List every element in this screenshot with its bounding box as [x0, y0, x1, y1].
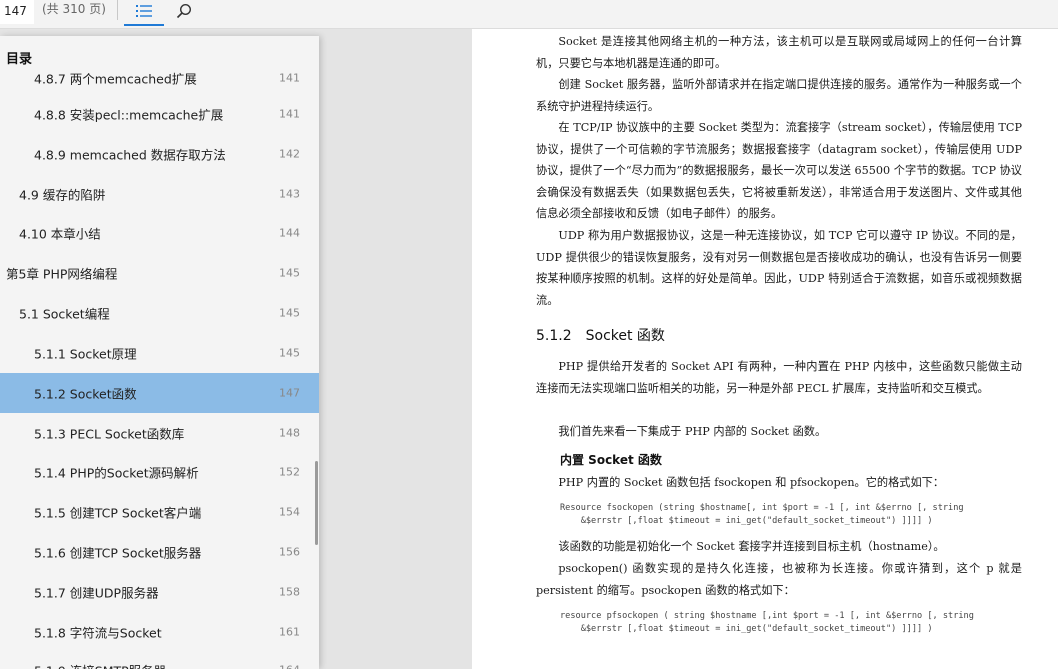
toc-item-label: 4.8.7 两个memcached扩展 [34, 71, 197, 87]
section-heading: 5.1.2 Socket 函数 [536, 328, 665, 344]
paragraph: UDP 称为用户数据报协议，这是一种无连接协议，如 TCP 它可以遵守 IP 协… [536, 229, 1022, 307]
paragraph: psockopen() 函数实现的是持久化连接，也被称为长连接。你或许猜到，这个… [536, 562, 1022, 597]
toc-item-label: 第5章 PHP网络编程 [6, 266, 118, 282]
toolbar: 147 (共 310 页) [0, 0, 1058, 29]
list-icon [136, 3, 152, 22]
code-block: resource pfsockopen ( string $hostname [… [560, 611, 974, 634]
toc-item[interactable]: 5.1.8 字符流与Socket 161 [0, 612, 319, 652]
toc-item[interactable]: 5.1.6 创建TCP Socket服务器 156 [0, 532, 319, 572]
page-number-input[interactable]: 147 [0, 0, 34, 24]
toc-item-label: 5.1.2 Socket函数 [34, 386, 137, 402]
toc-item[interactable]: 4.9 缓存的陷阱 143 [0, 174, 319, 214]
toc-item-label: 5.1.1 Socket原理 [34, 346, 137, 362]
toc-item-page: 154 [279, 505, 300, 519]
toc-item[interactable]: 5.1.5 创建TCP Socket客户端 154 [0, 492, 319, 532]
toc-item-label: 4.9 缓存的陷阱 [19, 187, 106, 203]
toc-item-page: 143 [279, 187, 300, 201]
toc-item-label: 4.8.8 安装pecl::memcache扩展 [34, 107, 224, 123]
toc-button[interactable] [124, 0, 164, 26]
subsection-heading: 内置 Socket 函数 [560, 453, 662, 467]
paragraph: 创建 Socket 服务器，监听外部请求并在指定端口提供连接的服务。通常作为一种… [536, 78, 1022, 113]
toc-item-page: 148 [279, 426, 300, 440]
toc-item-label: 5.1.5 创建TCP Socket客户端 [34, 505, 202, 521]
toc-item-page: 147 [279, 386, 300, 400]
code-block: Resource fsockopen (string $hostname[, i… [560, 503, 964, 526]
toc-item[interactable]: 第5章 PHP网络编程 145 [0, 253, 319, 293]
paragraph: 我们首先来看一下集成于 PHP 内部的 Socket 函数。 [558, 425, 827, 438]
toc-item-page: 141 [279, 71, 300, 85]
toc-item[interactable]: 5.1 Socket编程 145 [0, 293, 319, 333]
page-total: (共 310 页) [42, 2, 106, 16]
paragraph: Socket 是连接其他网络主机的一种方法，该主机可以是互联网或局域网上的任何一… [536, 35, 1022, 70]
paragraph: PHP 内置的 Socket 函数包括 fsockopen 和 pfsockop… [558, 476, 945, 489]
toc-item-page: 158 [279, 585, 300, 599]
toc-item-label: 5.1.3 PECL Socket函数库 [34, 426, 185, 442]
toc-scrollbar[interactable] [315, 461, 318, 545]
toc-item-page: 164 [279, 664, 300, 669]
toc-item-label: 5.1.4 PHP的Socket源码解析 [34, 465, 199, 481]
toc-item[interactable]: 4.10 本章小结 144 [0, 213, 319, 253]
toc-item-page: 161 [279, 625, 300, 639]
search-icon [176, 3, 192, 23]
toc-item[interactable]: 4.8.8 安装pecl::memcache扩展 141 [0, 94, 319, 134]
toc-item[interactable]: 5.1.4 PHP的Socket源码解析 152 [0, 452, 319, 492]
toc-item-page: 152 [279, 465, 300, 479]
toc-item-label: 5.1 Socket编程 [19, 306, 110, 322]
pdf-page: Socket 是连接其他网络主机的一种方法，该主机可以是互联网或局域网上的任何一… [472, 29, 1058, 669]
paragraph: 该函数的功能是初始化一个 Socket 套接字并连接到目标主机（hostname… [558, 540, 945, 553]
toc-item-page: 145 [279, 266, 300, 280]
toc-item-label: 4.8.9 memcached 数据存取方法 [34, 147, 226, 163]
paragraph: 在 TCP/IP 协议族中的主要 Socket 类型为：流套接字（stream … [536, 121, 1022, 221]
toc-item[interactable]: 5.1.9 连接SMTP服务器 164 [0, 650, 319, 669]
toc-item[interactable]: 5.1.7 创建UDP服务器 158 [0, 572, 319, 612]
toc-item-page: 144 [279, 226, 300, 240]
toc-item-selected[interactable]: 5.1.2 Socket函数 147 [0, 373, 319, 413]
toc-item-label: 5.1.9 连接SMTP服务器 [34, 661, 166, 669]
toc-item[interactable]: 5.1.1 Socket原理 145 [0, 333, 319, 373]
toc-item-page: 145 [279, 306, 300, 320]
toc-item-page: 141 [279, 107, 300, 121]
toc-item-label: 5.1.7 创建UDP服务器 [34, 585, 159, 601]
toc-item[interactable]: 5.1.3 PECL Socket函数库 148 [0, 413, 319, 453]
toc-item[interactable]: 4.8.9 memcached 数据存取方法 142 [0, 134, 319, 174]
toc-item-page: 145 [279, 346, 300, 360]
toc-item-page: 142 [279, 147, 300, 161]
toolbar-divider [117, 0, 118, 20]
search-button[interactable] [164, 0, 204, 26]
toc-item-label: 5.1.8 字符流与Socket [34, 625, 162, 641]
toc-item-label: 5.1.6 创建TCP Socket服务器 [34, 545, 202, 561]
toc-item-page: 156 [279, 545, 300, 559]
toc-item-label: 4.10 本章小结 [19, 226, 101, 242]
toc-panel: 目录 4.8.7 两个memcached扩展 141 4.8.8 安装pecl:… [0, 36, 319, 669]
toc-item[interactable]: 4.8.7 两个memcached扩展 141 [0, 58, 319, 98]
paragraph: PHP 提供给开发者的 Socket API 有两种，一种内置在 PHP 内核中… [536, 360, 1022, 395]
